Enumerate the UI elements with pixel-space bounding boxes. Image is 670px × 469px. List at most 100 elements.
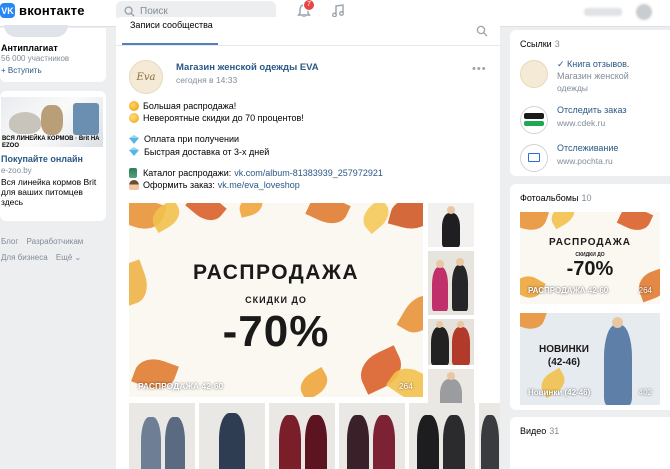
post-line: Большая распродажа! xyxy=(143,101,237,112)
post-photo-thumb[interactable] xyxy=(199,403,265,469)
catalog-link[interactable]: vk.com/album-81383939_257972921 xyxy=(234,167,383,179)
album-caption: Новинки (42-46) xyxy=(528,388,591,397)
footer-link-blog[interactable]: Блог xyxy=(1,237,18,246)
albums-count: 10 xyxy=(581,193,592,203)
post-photo-thumb[interactable] xyxy=(428,203,474,247)
ad-image-caption: ВСЯ ЛИНЕЙКА КОРМОВ · Brit НА EZOO xyxy=(2,136,100,147)
join-group-button[interactable]: + Вступить xyxy=(1,66,42,75)
ad-product-image xyxy=(73,103,99,135)
link-sub: одежды xyxy=(557,83,588,93)
link-title-cont: Магазин женской xyxy=(557,71,629,81)
leaf-decoration xyxy=(185,203,227,228)
pochta-logo-icon xyxy=(520,144,548,172)
vk-logo-icon: VK xyxy=(0,3,15,18)
links-heading[interactable]: Ссылки 3 xyxy=(520,39,560,49)
video-title: Видео xyxy=(520,426,547,436)
video-block: Видео 31 xyxy=(510,417,670,469)
group-name[interactable]: Антиплагиат xyxy=(1,43,58,53)
person-emoji-icon xyxy=(129,180,139,191)
post-line: Невероятные скидки до 70 процентов! xyxy=(143,113,304,124)
video-heading[interactable]: Видео 31 xyxy=(520,426,559,436)
link-sub: www.cdek.ru xyxy=(557,118,606,128)
link-sub: www.pochta.ru xyxy=(557,156,613,166)
diamond-emoji-icon xyxy=(129,147,140,157)
album-title: РАСПРОДАЖА xyxy=(549,237,631,248)
album-title: НОВИНКИ xyxy=(539,344,589,355)
album-new[interactable]: НОВИНКИ (42-46) Новинки (42-46) 402 xyxy=(520,313,660,405)
post-main-photo[interactable]: РАСПРОДАЖА СКИДКИ ДО -70% РАСПРОДАЖА 42-… xyxy=(129,203,423,397)
post-photo-thumb[interactable] xyxy=(129,403,195,469)
post-author-avatar[interactable]: Eva xyxy=(129,60,163,94)
post-photo-thumb[interactable] xyxy=(269,403,335,469)
ad-block[interactable]: ВСЯ ЛИНЕЙКА КОРМОВ · Brit НА EZOO Покупа… xyxy=(0,91,106,221)
link-title[interactable]: Отследить заказ xyxy=(557,104,626,116)
more-options-icon[interactable]: ••• xyxy=(472,63,487,75)
ad-dog-image xyxy=(41,105,63,135)
divider xyxy=(116,45,500,46)
link-item-pochta[interactable]: Отслеживание www.pochta.ru xyxy=(520,142,670,176)
post-photo-thumb[interactable] xyxy=(428,251,474,315)
link-item-cdek[interactable]: Отследить заказ www.cdek.ru xyxy=(520,104,670,138)
links-title: Ссылки xyxy=(520,39,552,49)
album-percent: -70% xyxy=(566,258,614,280)
tab-community-posts[interactable]: Записи сообщества xyxy=(130,20,213,30)
links-count: 3 xyxy=(554,39,560,49)
albums-heading[interactable]: Фотоальбомы 10 xyxy=(520,193,591,203)
footer-link-business[interactable]: Для бизнеса xyxy=(1,253,48,262)
group-members: 56 000 участников xyxy=(1,54,70,63)
leaf-decoration xyxy=(295,366,333,397)
post-line: Каталог распродажи: xyxy=(143,167,232,178)
avatar-logo-text: Eva xyxy=(136,71,156,83)
post-photo-thumb[interactable] xyxy=(428,319,474,365)
ad-text: Вся линейка кормов Brit для ваших питомц… xyxy=(1,177,97,207)
album-subtitle: (42-46) xyxy=(547,357,581,368)
group-cover-image xyxy=(4,25,68,37)
post-text: Большая распродажа! Невероятные скидки д… xyxy=(129,100,489,191)
post-photo-thumb[interactable] xyxy=(339,403,405,469)
post-line: Оформить заказ: xyxy=(143,180,215,191)
leaf-decoration xyxy=(387,203,423,234)
user-menu[interactable] xyxy=(584,4,652,20)
suggested-group-card[interactable]: Антиплагиат 56 000 участников + Вступить xyxy=(0,25,106,82)
wall-search-icon[interactable] xyxy=(476,25,488,37)
search-input[interactable] xyxy=(140,5,260,17)
dress-emoji-icon xyxy=(129,167,137,178)
footer-link-developers[interactable]: Разработчикам xyxy=(27,237,84,246)
link-item-reviews[interactable]: ✓ Книга отзывов. Магазин женской одежды xyxy=(520,58,670,93)
ad-image[interactable]: ВСЯ ЛИНЕЙКА КОРМОВ · Brit НА EZOO xyxy=(1,97,103,147)
post-author-name[interactable]: Магазин женской одежды EVA xyxy=(176,62,319,73)
ad-domain: e-zoo.by xyxy=(1,166,32,175)
promo-title: РАСПРОДАЖА xyxy=(192,261,360,284)
user-name-blurred xyxy=(584,8,622,16)
wall-panel: Записи сообщества Eva Магазин женской од… xyxy=(116,17,500,469)
photo-album-caption: РАСПРОДАЖА 42-60 xyxy=(138,381,224,391)
photo-albums-block: Фотоальбомы 10 РАСПРОДАЖА СКИДКИ ДО -70% … xyxy=(510,184,670,410)
vk-logo[interactable]: VK вконтакте xyxy=(0,3,85,18)
album-caption: РАСПРОДАЖА 42-60 xyxy=(528,286,609,295)
vk-logo-text: вконтакте xyxy=(19,3,85,18)
link-title[interactable]: ✓ Книга отзывов. xyxy=(557,58,629,70)
promo-subtitle: СКИДКИ ДО xyxy=(245,295,307,305)
footer-link-more[interactable]: Ещё ⌄ xyxy=(56,253,81,262)
post-photo-thumb[interactable] xyxy=(479,403,500,469)
post-photo-thumb[interactable] xyxy=(409,403,475,469)
avatar xyxy=(636,4,652,20)
album-count: 402 xyxy=(638,388,652,397)
search-icon xyxy=(124,5,135,17)
album-count: 264 xyxy=(638,286,652,295)
links-block: Ссылки 3 ✓ Книга отзывов. Магазин женской… xyxy=(510,30,670,176)
ad-title[interactable]: Покупайте онлайн xyxy=(1,154,83,164)
link-title[interactable]: Отслеживание xyxy=(557,142,618,154)
cdek-logo-icon xyxy=(520,106,548,134)
post-line: Оплата при получении xyxy=(144,134,240,145)
ad-cat-image xyxy=(9,112,41,134)
leaf-decoration xyxy=(305,203,351,230)
promo-percent: -70% xyxy=(222,307,330,356)
album-sale[interactable]: РАСПРОДАЖА СКИДКИ ДО -70% РАСПРОДАЖА 42-… xyxy=(520,212,660,304)
diamond-emoji-icon xyxy=(129,134,140,144)
order-link[interactable]: vk.me/eva_loveshop xyxy=(218,179,300,191)
leaf-decoration xyxy=(237,203,265,218)
party-emoji-icon xyxy=(129,101,139,112)
video-count: 31 xyxy=(549,426,560,436)
post-timestamp[interactable]: сегодня в 14:33 xyxy=(176,75,237,85)
